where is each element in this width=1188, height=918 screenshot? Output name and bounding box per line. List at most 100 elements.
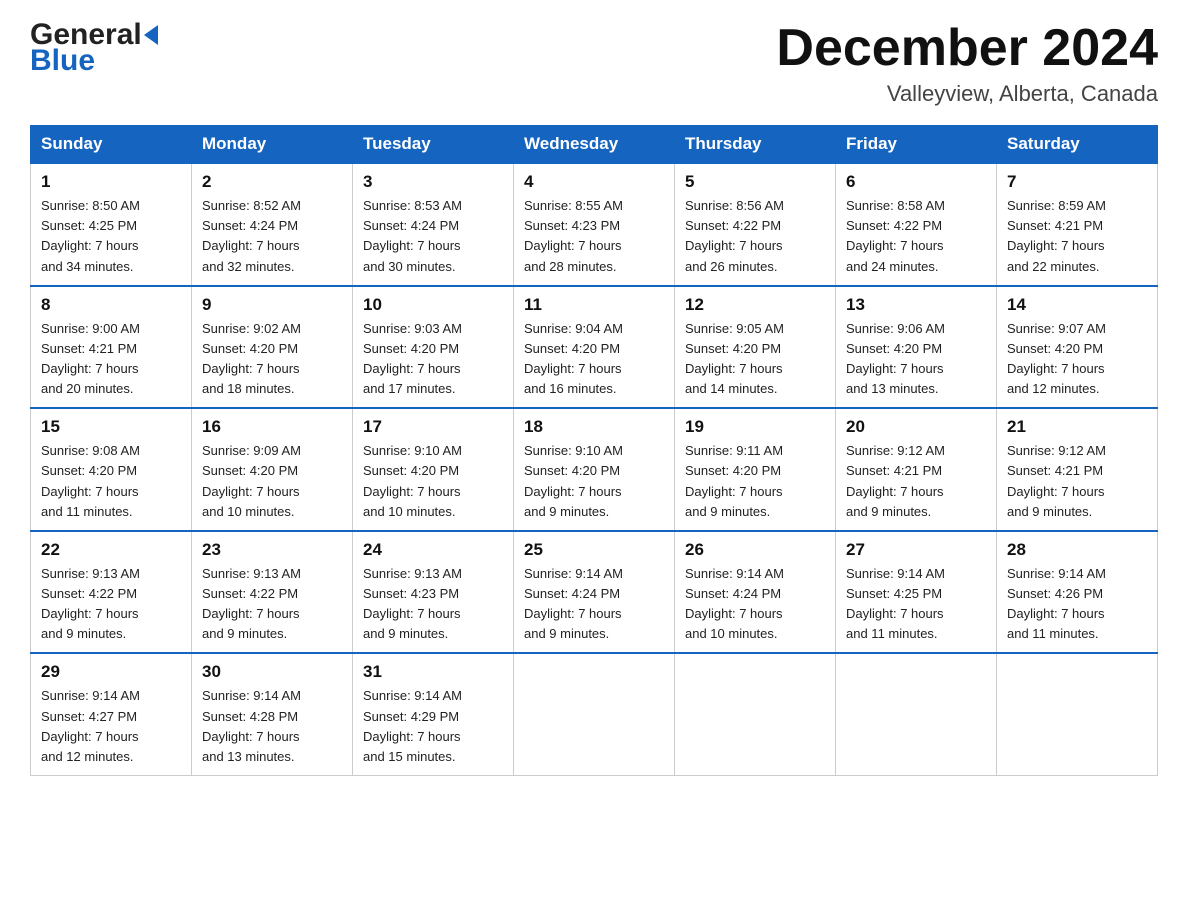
calendar-day-cell: 26 Sunrise: 9:14 AM Sunset: 4:24 PM Dayli… [675, 531, 836, 654]
day-number: 13 [846, 295, 986, 315]
calendar-title: December 2024 [776, 20, 1158, 77]
calendar-day-cell: 19 Sunrise: 9:11 AM Sunset: 4:20 PM Dayli… [675, 408, 836, 531]
day-number: 10 [363, 295, 503, 315]
day-number: 12 [685, 295, 825, 315]
logo-blue-text: Blue [30, 46, 158, 76]
calendar-table: SundayMondayTuesdayWednesdayThursdayFrid… [30, 125, 1158, 776]
day-number: 16 [202, 417, 342, 437]
day-info: Sunrise: 9:13 AM Sunset: 4:22 PM Dayligh… [41, 566, 140, 641]
calendar-day-cell: 20 Sunrise: 9:12 AM Sunset: 4:21 PM Dayli… [836, 408, 997, 531]
calendar-day-cell: 12 Sunrise: 9:05 AM Sunset: 4:20 PM Dayli… [675, 286, 836, 409]
day-number: 11 [524, 295, 664, 315]
day-number: 29 [41, 662, 181, 682]
weekday-header-sunday: Sunday [31, 126, 192, 164]
calendar-day-cell: 18 Sunrise: 9:10 AM Sunset: 4:20 PM Dayli… [514, 408, 675, 531]
day-info: Sunrise: 8:58 AM Sunset: 4:22 PM Dayligh… [846, 198, 945, 273]
day-info: Sunrise: 8:56 AM Sunset: 4:22 PM Dayligh… [685, 198, 784, 273]
calendar-week-row: 29 Sunrise: 9:14 AM Sunset: 4:27 PM Dayli… [31, 653, 1158, 775]
calendar-subtitle: Valleyview, Alberta, Canada [776, 81, 1158, 107]
calendar-day-cell: 1 Sunrise: 8:50 AM Sunset: 4:25 PM Daylig… [31, 163, 192, 286]
day-number: 18 [524, 417, 664, 437]
calendar-day-cell: 9 Sunrise: 9:02 AM Sunset: 4:20 PM Daylig… [192, 286, 353, 409]
calendar-day-cell: 16 Sunrise: 9:09 AM Sunset: 4:20 PM Dayli… [192, 408, 353, 531]
day-info: Sunrise: 9:13 AM Sunset: 4:23 PM Dayligh… [363, 566, 462, 641]
calendar-day-cell: 14 Sunrise: 9:07 AM Sunset: 4:20 PM Dayli… [997, 286, 1158, 409]
day-info: Sunrise: 9:14 AM Sunset: 4:26 PM Dayligh… [1007, 566, 1106, 641]
day-number: 7 [1007, 172, 1147, 192]
day-number: 28 [1007, 540, 1147, 560]
calendar-week-row: 8 Sunrise: 9:00 AM Sunset: 4:21 PM Daylig… [31, 286, 1158, 409]
day-info: Sunrise: 9:04 AM Sunset: 4:20 PM Dayligh… [524, 321, 623, 396]
calendar-week-row: 22Sunrise: 9:13 AM Sunset: 4:22 PM Dayli… [31, 531, 1158, 654]
day-number: 24 [363, 540, 503, 560]
day-info: Sunrise: 9:09 AM Sunset: 4:20 PM Dayligh… [202, 443, 301, 518]
calendar-day-cell: 3Sunrise: 8:53 AM Sunset: 4:24 PM Daylig… [353, 163, 514, 286]
day-info: Sunrise: 8:59 AM Sunset: 4:21 PM Dayligh… [1007, 198, 1106, 273]
day-info: Sunrise: 9:14 AM Sunset: 4:29 PM Dayligh… [363, 688, 462, 763]
day-number: 23 [202, 540, 342, 560]
page-header: General Blue December 2024 Valleyview, A… [30, 20, 1158, 107]
day-info: Sunrise: 9:07 AM Sunset: 4:20 PM Dayligh… [1007, 321, 1106, 396]
calendar-day-cell: 10 Sunrise: 9:03 AM Sunset: 4:20 PM Dayli… [353, 286, 514, 409]
calendar-day-cell: 13 Sunrise: 9:06 AM Sunset: 4:20 PM Dayli… [836, 286, 997, 409]
calendar-day-cell: 17 Sunrise: 9:10 AM Sunset: 4:20 PM Dayli… [353, 408, 514, 531]
calendar-day-cell: 30Sunrise: 9:14 AM Sunset: 4:28 PM Dayli… [192, 653, 353, 775]
day-number: 26 [685, 540, 825, 560]
calendar-empty-cell [836, 653, 997, 775]
day-number: 9 [202, 295, 342, 315]
logo-arrow-icon [144, 25, 158, 45]
calendar-day-cell: 2 Sunrise: 8:52 AM Sunset: 4:24 PM Daylig… [192, 163, 353, 286]
day-info: Sunrise: 9:10 AM Sunset: 4:20 PM Dayligh… [363, 443, 462, 518]
day-info: Sunrise: 9:11 AM Sunset: 4:20 PM Dayligh… [685, 443, 783, 518]
day-info: Sunrise: 8:52 AM Sunset: 4:24 PM Dayligh… [202, 198, 301, 273]
day-number: 3 [363, 172, 503, 192]
day-info: Sunrise: 9:12 AM Sunset: 4:21 PM Dayligh… [1007, 443, 1106, 518]
logo: General Blue [30, 20, 158, 76]
day-info: Sunrise: 9:06 AM Sunset: 4:20 PM Dayligh… [846, 321, 945, 396]
calendar-empty-cell [997, 653, 1158, 775]
day-number: 4 [524, 172, 664, 192]
day-info: Sunrise: 9:08 AM Sunset: 4:20 PM Dayligh… [41, 443, 140, 518]
calendar-day-cell: 28 Sunrise: 9:14 AM Sunset: 4:26 PM Dayli… [997, 531, 1158, 654]
weekday-header-monday: Monday [192, 126, 353, 164]
day-number: 27 [846, 540, 986, 560]
calendar-day-cell: 11 Sunrise: 9:04 AM Sunset: 4:20 PM Dayli… [514, 286, 675, 409]
day-number: 19 [685, 417, 825, 437]
day-info: Sunrise: 9:03 AM Sunset: 4:20 PM Dayligh… [363, 321, 462, 396]
day-info: Sunrise: 9:14 AM Sunset: 4:25 PM Dayligh… [846, 566, 945, 641]
calendar-day-cell: 25Sunrise: 9:14 AM Sunset: 4:24 PM Dayli… [514, 531, 675, 654]
day-info: Sunrise: 9:12 AM Sunset: 4:21 PM Dayligh… [846, 443, 945, 518]
weekday-header-row: SundayMondayTuesdayWednesdayThursdayFrid… [31, 126, 1158, 164]
calendar-day-cell: 24 Sunrise: 9:13 AM Sunset: 4:23 PM Dayli… [353, 531, 514, 654]
day-number: 2 [202, 172, 342, 192]
day-number: 20 [846, 417, 986, 437]
calendar-day-cell: 29 Sunrise: 9:14 AM Sunset: 4:27 PM Dayli… [31, 653, 192, 775]
calendar-day-cell: 22Sunrise: 9:13 AM Sunset: 4:22 PM Dayli… [31, 531, 192, 654]
day-number: 5 [685, 172, 825, 192]
calendar-day-cell: 5 Sunrise: 8:56 AM Sunset: 4:22 PM Daylig… [675, 163, 836, 286]
calendar-day-cell: 15 Sunrise: 9:08 AM Sunset: 4:20 PM Dayli… [31, 408, 192, 531]
day-number: 14 [1007, 295, 1147, 315]
weekday-header-friday: Friday [836, 126, 997, 164]
calendar-day-cell: 27 Sunrise: 9:14 AM Sunset: 4:25 PM Dayli… [836, 531, 997, 654]
calendar-day-cell: 7 Sunrise: 8:59 AM Sunset: 4:21 PM Daylig… [997, 163, 1158, 286]
day-number: 15 [41, 417, 181, 437]
day-number: 17 [363, 417, 503, 437]
day-info: Sunrise: 9:14 AM Sunset: 4:24 PM Dayligh… [685, 566, 784, 641]
day-info: Sunrise: 9:05 AM Sunset: 4:20 PM Dayligh… [685, 321, 784, 396]
day-number: 8 [41, 295, 181, 315]
weekday-header-saturday: Saturday [997, 126, 1158, 164]
day-info: Sunrise: 9:10 AM Sunset: 4:20 PM Dayligh… [524, 443, 623, 518]
day-info: Sunrise: 9:00 AM Sunset: 4:21 PM Dayligh… [41, 321, 140, 396]
calendar-day-cell: 4Sunrise: 8:55 AM Sunset: 4:23 PM Daylig… [514, 163, 675, 286]
day-info: Sunrise: 9:02 AM Sunset: 4:20 PM Dayligh… [202, 321, 301, 396]
calendar-day-cell: 23Sunrise: 9:13 AM Sunset: 4:22 PM Dayli… [192, 531, 353, 654]
calendar-empty-cell [514, 653, 675, 775]
day-info: Sunrise: 8:50 AM Sunset: 4:25 PM Dayligh… [41, 198, 140, 273]
day-number: 1 [41, 172, 181, 192]
title-block: December 2024 Valleyview, Alberta, Canad… [776, 20, 1158, 107]
calendar-empty-cell [675, 653, 836, 775]
calendar-day-cell: 6Sunrise: 8:58 AM Sunset: 4:22 PM Daylig… [836, 163, 997, 286]
day-info: Sunrise: 9:14 AM Sunset: 4:27 PM Dayligh… [41, 688, 140, 763]
day-number: 21 [1007, 417, 1147, 437]
